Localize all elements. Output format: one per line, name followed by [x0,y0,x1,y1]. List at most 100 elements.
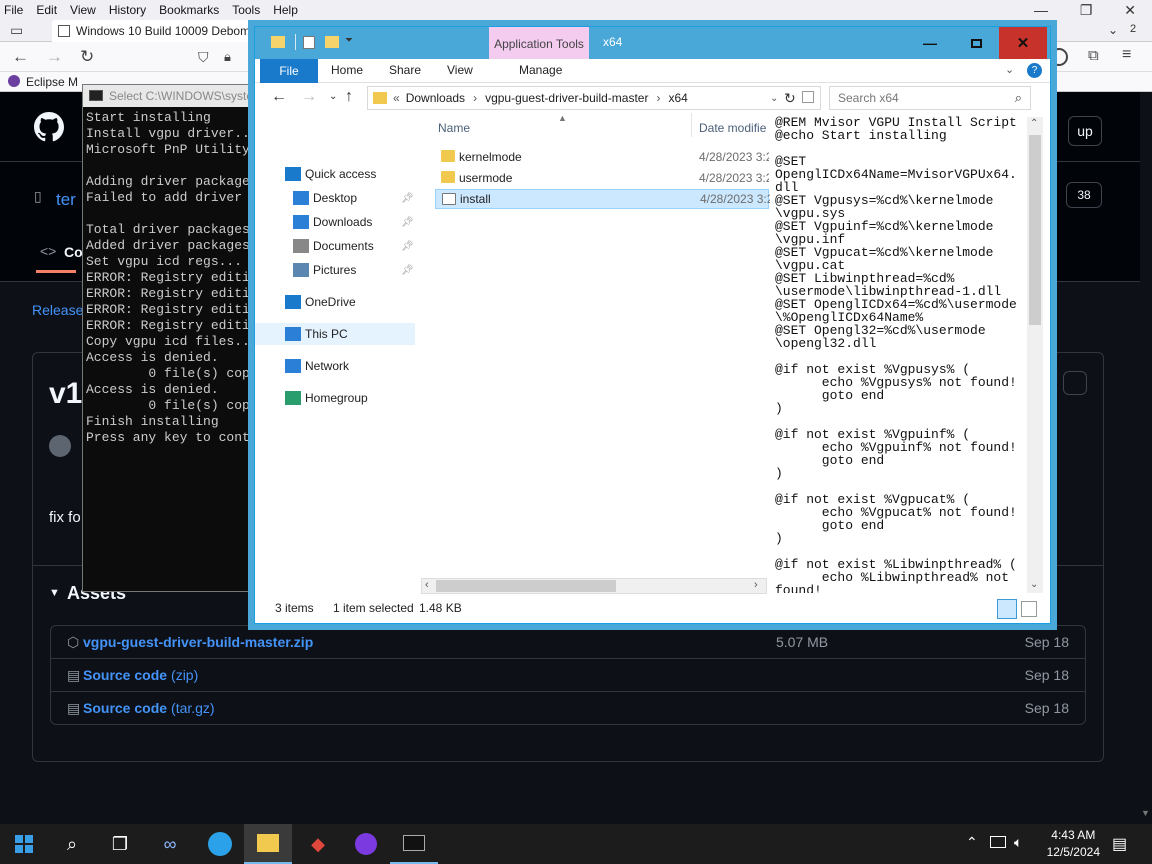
qat-dropdown-icon[interactable]: ⏷ [345,35,353,46]
nav-item-onedrive[interactable]: OneDrive [255,291,415,313]
help-icon[interactable]: ? [1027,63,1042,78]
back-icon[interactable]: ← [12,47,29,67]
menu-file[interactable]: File [4,3,23,17]
asset-link[interactable]: Source code [83,667,167,683]
account-icon[interactable] [1050,48,1068,66]
tab-overflow-icon[interactable]: ⌄ [1108,23,1118,37]
signup-button[interactable]: up [1068,116,1102,146]
app-menu-icon[interactable]: ≡ [1122,46,1131,64]
back-icon[interactable]: ← [271,88,287,106]
large-icons-view-icon[interactable] [1021,601,1037,617]
nav-item-homegroup[interactable]: Homegroup [255,387,415,409]
nav-item-this-pc[interactable]: This PC [255,323,415,345]
repo-name-link[interactable]: ter [56,190,76,210]
breadcrumb-x64[interactable]: x64 [668,91,687,105]
taskbar-app[interactable]: ◆ [294,824,342,864]
tab-manage[interactable]: Manage [519,63,562,77]
forward-icon[interactable]: → [301,88,317,106]
restore-icon[interactable]: ❐ [1080,2,1093,19]
taskbar-file-explorer[interactable] [244,824,292,864]
notifications-icon[interactable]: ▤ [1112,834,1127,854]
breadcrumb-vgpu-folder[interactable]: vgpu-guest-driver-build-master [485,91,648,105]
scroll-left-icon[interactable]: ‹ [425,579,429,591]
releases-breadcrumb-link[interactable]: Release [32,302,83,318]
taskbar-app[interactable] [342,824,390,864]
menu-tools[interactable]: Tools [232,3,260,17]
page-scrollbar[interactable]: ▼ [1140,92,1152,824]
menu-bookmarks[interactable]: Bookmarks [159,3,219,17]
preview-scrollbar[interactable]: ⌃ ⌄ [1027,117,1043,593]
scrollbar-thumb[interactable] [436,580,616,592]
scroll-up-icon[interactable]: ⌃ [1030,118,1038,129]
menu-history[interactable]: History [109,3,146,17]
browser-tab[interactable]: Windows 10 Build 10009 Debom [52,20,262,42]
tab-share[interactable]: Share [389,63,421,77]
asset-row[interactable]: ⬡ vgpu-guest-driver-build-master.zip 5.0… [50,625,1086,659]
tab-list-icon[interactable]: ▭ [10,22,23,39]
file-row[interactable]: install 4/28/2023 3:2 [435,189,770,209]
start-button[interactable] [0,824,48,864]
nav-item-documents[interactable]: Documents 📌︎ [255,235,415,257]
minimize-button[interactable]: — [907,27,953,59]
tab-code[interactable]: Co [64,244,83,260]
triangle-down-icon[interactable]: ▼ [49,587,60,599]
nav-item-desktop[interactable]: Desktop 📌︎ [255,187,415,209]
tab-view[interactable]: View [447,63,473,77]
task-view-button[interactable]: ❐ [96,824,144,864]
nav-item-quick-access[interactable]: Quick access [255,163,415,185]
close-button[interactable]: ✕ [999,27,1047,59]
cmd-titlebar[interactable]: Select C:\WINDOWS\syste [83,85,271,107]
nav-item-network[interactable]: Network [255,355,415,377]
search-input[interactable]: Search x64 ⌕ [829,86,1031,110]
refresh-icon[interactable]: ↻ [784,90,796,107]
file-row[interactable]: kernelmode 4/28/2023 3:2 [435,147,769,167]
bookmark-eclipse[interactable]: Eclipse M [26,75,78,89]
menu-edit[interactable]: Edit [36,3,57,17]
menu-view[interactable]: View [70,3,96,17]
minimize-icon[interactable]: — [1034,2,1048,18]
clock[interactable]: 4:43 AM 12/5/2024 [1047,827,1100,861]
nav-item-downloads[interactable]: Downloads 📌︎ [255,211,415,233]
taskbar-cmd[interactable] [390,824,438,864]
tab-home[interactable]: Home [331,63,363,77]
recent-locations-icon[interactable]: ⌄ [329,91,337,102]
shield-icon[interactable]: ⛉ [198,49,209,66]
file-row[interactable]: usermode 4/28/2023 3:2 [435,168,769,188]
address-bar[interactable]: « Downloads › vgpu-guest-driver-build-ma… [367,86,821,110]
breadcrumb-downloads[interactable]: Downloads [406,91,465,105]
column-divider[interactable] [691,113,692,137]
scroll-down-icon[interactable]: ⌄ [1030,579,1038,590]
nav-item-pictures[interactable]: Pictures 📌︎ [255,259,415,281]
reload-icon[interactable]: ↻ [80,47,94,67]
asset-link[interactable]: Source code [83,700,167,716]
new-folder-icon[interactable] [325,36,339,48]
tab-file[interactable]: File [260,59,318,83]
search-icon[interactable]: ⌕ [1015,90,1022,106]
asset-link[interactable]: vgpu-guest-driver-build-master.zip [83,634,313,650]
volume-muted-icon[interactable]: 🔈︎ [1014,834,1022,851]
asset-row[interactable]: ▤ Source code (tar.gz) Sep 18 [50,691,1086,725]
maximize-button[interactable] [953,27,999,59]
file-list-hscrollbar[interactable]: ‹ › [421,578,767,594]
scrollbar-thumb[interactable] [1029,135,1041,325]
properties-icon[interactable] [303,36,315,49]
release-menu-button[interactable] [1063,371,1087,395]
scroll-right-icon[interactable]: › [754,579,758,591]
up-icon[interactable]: ↑ [345,88,353,106]
ribbon-expand-icon[interactable]: ⌄ [1005,63,1014,76]
column-date-header[interactable]: Date modifie [699,121,766,135]
asset-row[interactable]: ▤ Source code (zip) Sep 18 [50,658,1086,692]
taskbar-app[interactable] [196,824,244,864]
extensions-icon[interactable]: ⧉ [1088,47,1099,64]
github-logo-icon[interactable] [34,112,64,142]
menu-help[interactable]: Help [273,3,298,17]
star-count-button[interactable]: 38 [1066,182,1102,208]
forward-icon[interactable]: → [46,47,63,67]
avatar[interactable] [49,435,71,457]
address-dropdown-icon[interactable]: ⌄ [770,93,778,104]
overflow-chevron-icon[interactable]: « [393,91,400,105]
close-icon[interactable]: ✕ [1124,2,1136,19]
search-button[interactable]: ⌕ [48,824,96,864]
lock-icon[interactable]: 🔒︎ [224,49,231,65]
scroll-down-icon[interactable]: ▼ [1141,808,1150,818]
